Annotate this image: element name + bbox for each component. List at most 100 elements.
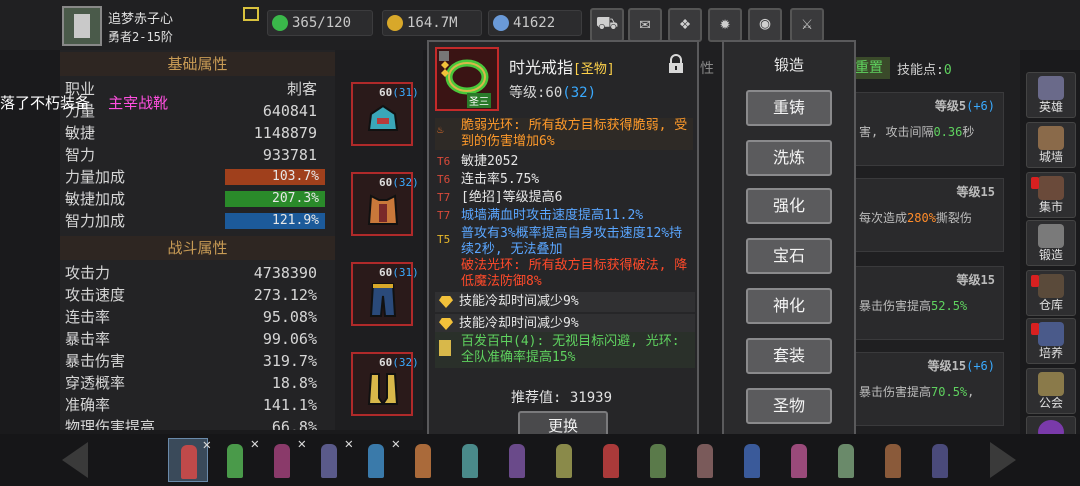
item-detail-panel: 圣三 时光戒指[圣物] 等级:60(32) ♨ 脆弱光环: 所有敌方目标获得脆弱… bbox=[427, 40, 699, 446]
gear-icon[interactable]: ✹ bbox=[708, 8, 742, 42]
remove-icon[interactable]: ✕ bbox=[345, 436, 353, 452]
left-arrow-icon[interactable] bbox=[62, 442, 88, 478]
nav-forge[interactable]: 锻造 bbox=[1026, 220, 1076, 266]
color-wheel-icon[interactable]: ◉ bbox=[748, 8, 782, 42]
hero-portrait[interactable] bbox=[920, 438, 960, 482]
basic-attributes-header: 基础属性 bbox=[60, 52, 335, 76]
hero-portrait[interactable] bbox=[497, 438, 537, 482]
hero-sprite bbox=[885, 444, 901, 478]
market-icon bbox=[1038, 176, 1064, 200]
enhance-button[interactable]: 强化 bbox=[746, 188, 832, 224]
gold-value: 164.7M bbox=[407, 15, 458, 31]
hero-portrait[interactable] bbox=[779, 438, 819, 482]
refine-button[interactable]: 洗炼 bbox=[746, 140, 832, 176]
attr-row-attack: 攻击力 4738390 bbox=[65, 264, 317, 282]
hero-sprite bbox=[697, 444, 713, 478]
loot-item-name: 主宰战靴 bbox=[108, 94, 169, 112]
equip-slot-pants[interactable]: 60(31) bbox=[351, 262, 419, 326]
remove-icon[interactable]: ✕ bbox=[251, 436, 259, 452]
equip-slot-helmet[interactable]: 60(31) bbox=[351, 82, 419, 146]
skill-card[interactable]: 等级15 每次造成280%撕裂伤 bbox=[854, 178, 1004, 252]
stamina-display: 365/120 bbox=[267, 10, 373, 36]
attr-row-crit-damage: 暴击伤害 319.7% bbox=[65, 352, 317, 370]
skill-card[interactable]: 等级15(+6) 暴击伤害提高70.5%, bbox=[854, 352, 1004, 426]
hero-sprite bbox=[321, 444, 337, 478]
hero-sprite bbox=[227, 444, 243, 478]
affix-aura-spellbreak: 破法光环: 所有敌方目标获得破法, 降低魔法防御8% bbox=[461, 258, 688, 289]
nav-warehouse[interactable]: 仓库 bbox=[1026, 270, 1076, 316]
nav-guild[interactable]: 公会 bbox=[1026, 368, 1076, 414]
mail-icon[interactable]: ✉ bbox=[628, 8, 662, 42]
gem-socket: 技能冷却时间减少9% bbox=[435, 314, 695, 334]
hero-portrait[interactable] bbox=[873, 438, 913, 482]
cart-icon[interactable]: ⛟ bbox=[590, 8, 624, 42]
reforge-button[interactable]: 重铸 bbox=[746, 90, 832, 126]
alert-badge bbox=[1031, 177, 1039, 189]
combat-attributes-header: 战斗属性 bbox=[60, 236, 335, 260]
remove-icon[interactable]: ✕ bbox=[298, 436, 306, 452]
skill-card[interactable]: 等级5(+6) 害, 攻击间隔0.36秒 bbox=[854, 92, 1004, 166]
hero-sprite bbox=[556, 444, 572, 478]
hero-portrait[interactable]: ✕ bbox=[262, 436, 306, 482]
book-icon bbox=[439, 340, 451, 356]
hero-sprite bbox=[368, 444, 384, 478]
hero-portrait[interactable] bbox=[826, 438, 866, 482]
deify-button[interactable]: 神化 bbox=[746, 288, 832, 324]
hero-portrait[interactable] bbox=[450, 438, 490, 482]
set-bonus: 百发百中(4): 无视目标闪避, 光环: 全队准确率提高15% bbox=[435, 332, 695, 368]
hero-roster-bar: ✕ ✕ ✕ ✕ ✕ bbox=[0, 434, 1080, 486]
lock-icon[interactable] bbox=[667, 54, 685, 74]
gem-icon bbox=[439, 296, 453, 308]
stamina-icon bbox=[272, 15, 288, 31]
remove-icon[interactable]: ✕ bbox=[203, 437, 211, 453]
nav-hero[interactable]: 英雄 bbox=[1026, 72, 1076, 118]
sword-icon[interactable]: ⚔ bbox=[790, 8, 824, 42]
hero-sprite bbox=[462, 444, 478, 478]
hero-sprite bbox=[650, 444, 666, 478]
hero-portrait[interactable] bbox=[638, 438, 678, 482]
nav-market[interactable]: 集市 bbox=[1026, 172, 1076, 218]
hero-sprite bbox=[603, 444, 619, 478]
gem-button[interactable]: 宝石 bbox=[746, 238, 832, 274]
relic-button[interactable]: 圣物 bbox=[746, 388, 832, 424]
recommend-score: 推荐值: 31939 bbox=[511, 390, 613, 406]
gold-coin-icon bbox=[387, 15, 403, 31]
set-button[interactable]: 套装 bbox=[746, 338, 832, 374]
attr-row-attack-speed: 攻击速度 273.12% bbox=[65, 286, 317, 304]
nav-wall[interactable]: 城墙 bbox=[1026, 122, 1076, 168]
player-avatar[interactable] bbox=[62, 6, 102, 46]
attr-row-physical-damage: 物理伤害提高 66.8% bbox=[65, 418, 317, 430]
equip-slot-boots[interactable]: 60(32) bbox=[351, 352, 419, 416]
hero-portrait[interactable] bbox=[591, 438, 631, 482]
gold-display: 164.7M bbox=[382, 10, 482, 36]
strength-bonus-bar: 103.7% bbox=[225, 169, 325, 185]
item-category-tag: [圣物] bbox=[573, 62, 615, 77]
skill-card[interactable]: 等级15 暴击伤害提高52.5% bbox=[854, 266, 1004, 340]
gift-icon[interactable]: ❖ bbox=[668, 8, 702, 42]
edit-icon[interactable] bbox=[243, 7, 259, 21]
alert-badge bbox=[1031, 323, 1039, 335]
hero-portrait[interactable] bbox=[544, 438, 584, 482]
flame-icon: ♨ bbox=[437, 123, 444, 136]
hero-portrait[interactable]: ✕ bbox=[356, 436, 400, 482]
hero-portrait[interactable]: ✕ bbox=[168, 437, 211, 482]
right-arrow-icon[interactable] bbox=[990, 442, 1016, 478]
equip-slot-armor[interactable]: 60(32) bbox=[351, 172, 419, 236]
nav-train[interactable]: 培养 bbox=[1026, 318, 1076, 364]
hero-icon bbox=[1038, 76, 1064, 100]
wall-icon bbox=[1038, 126, 1064, 150]
hero-portrait[interactable]: ✕ bbox=[215, 436, 259, 482]
agility-bonus-bar: 207.3% bbox=[225, 191, 325, 207]
hero-portrait[interactable] bbox=[685, 438, 725, 482]
player-name: 追梦赤子心 bbox=[108, 12, 174, 27]
hero-portrait[interactable] bbox=[732, 438, 772, 482]
gem-socket: 技能冷却时间减少9% bbox=[435, 292, 695, 312]
attribute-tab[interactable]: 性 bbox=[700, 58, 714, 78]
remove-icon[interactable]: ✕ bbox=[392, 436, 400, 452]
item-title: 时光戒指[圣物] bbox=[509, 58, 615, 77]
hero-portrait[interactable] bbox=[403, 438, 443, 482]
hero-portrait[interactable]: ✕ bbox=[309, 436, 353, 482]
hero-sprite bbox=[181, 445, 197, 479]
affix-row: T5 普攻有3%概率提高自身攻击速度12%持续2秒, 无法叠加 bbox=[437, 226, 683, 257]
gem-icon bbox=[439, 318, 453, 330]
